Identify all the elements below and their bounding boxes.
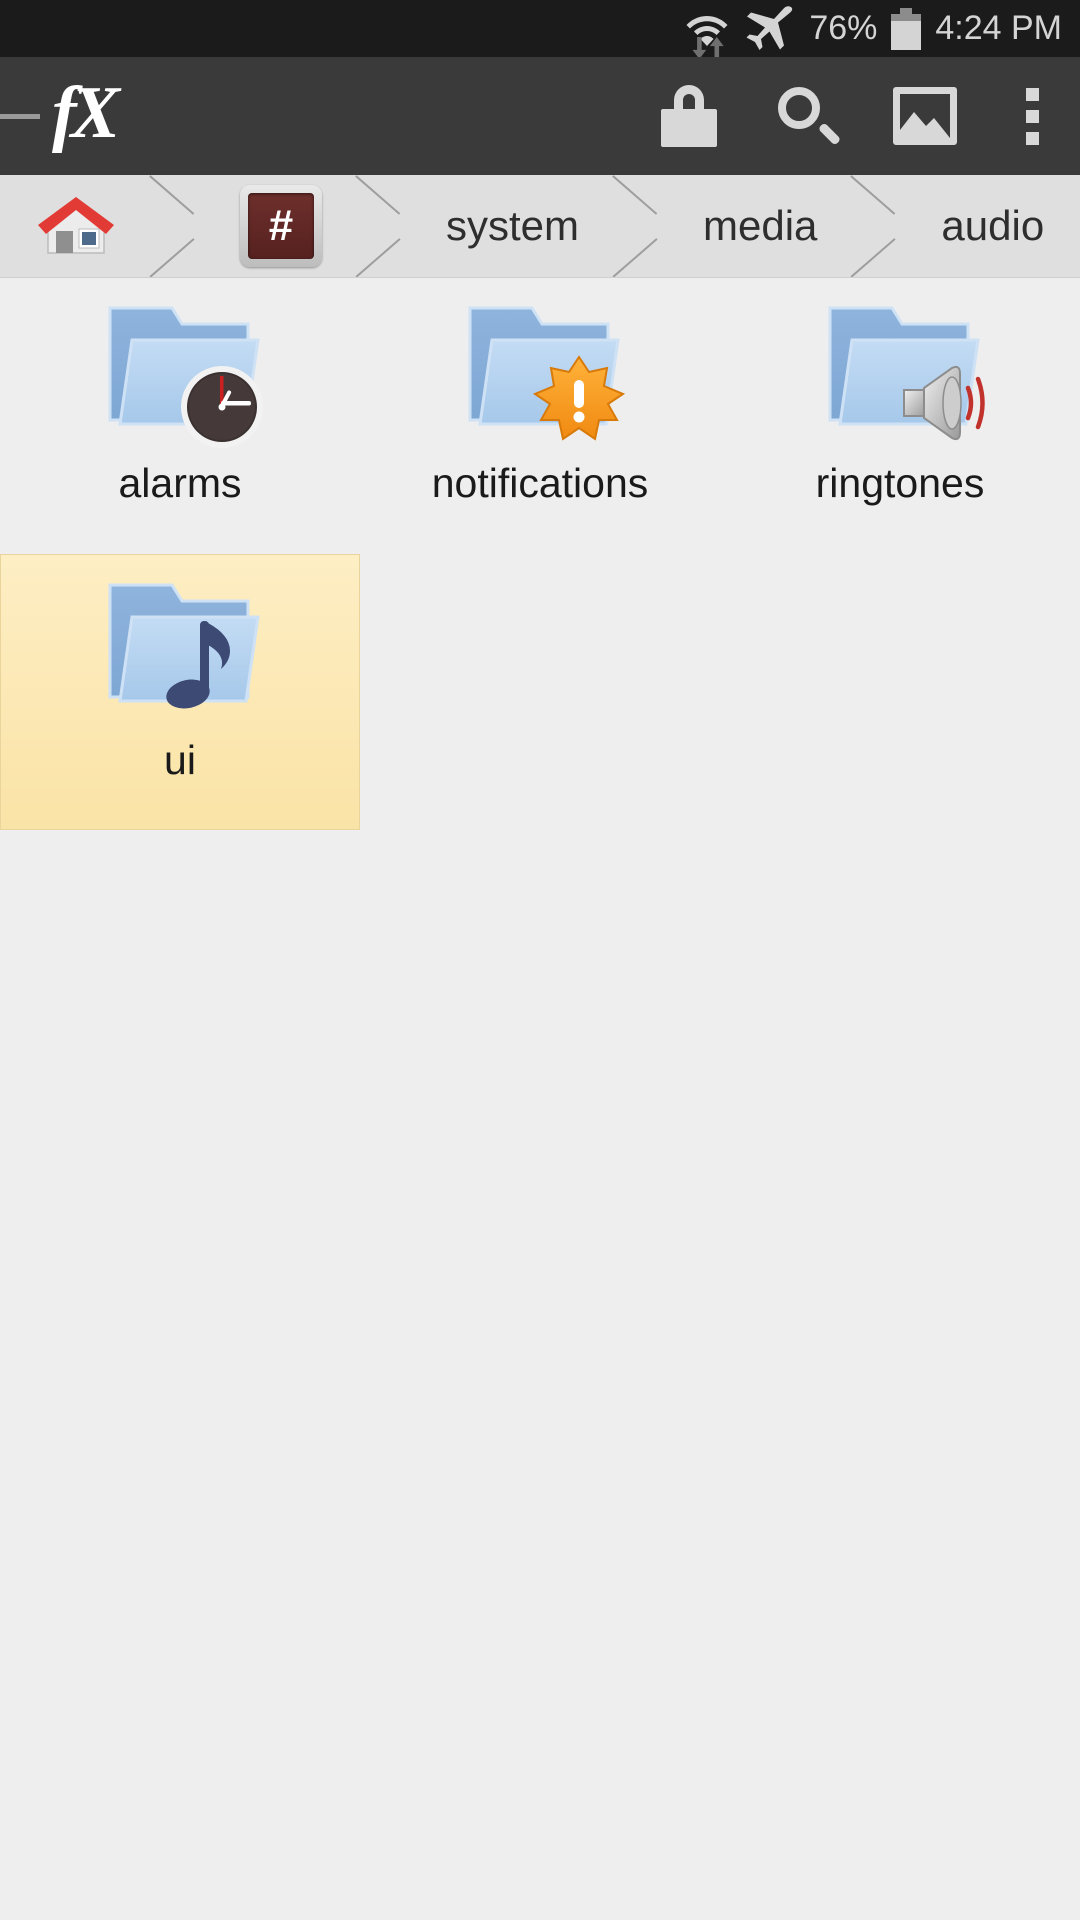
lock-button[interactable]: [630, 57, 748, 175]
breadcrumb-item-media[interactable]: media: [667, 175, 851, 277]
breadcrumb-label: audio: [941, 202, 1045, 249]
airplane-mode-icon: [743, 5, 795, 53]
folder-speaker-icon: [808, 294, 993, 454]
file-item-ui[interactable]: ui: [0, 554, 360, 830]
breadcrumb-item-home[interactable]: [0, 175, 150, 277]
folder-alert-icon: [448, 294, 633, 454]
clock-label: 4:24 PM: [935, 9, 1062, 47]
data-transfer-icon: [692, 36, 724, 59]
search-button[interactable]: [748, 57, 866, 175]
breadcrumb-item-root[interactable]: #: [204, 175, 356, 277]
search-icon: [778, 87, 842, 146]
lock-icon: [661, 85, 717, 147]
file-item-label: ringtones: [815, 460, 985, 506]
file-item-ringtones[interactable]: ringtones: [720, 278, 1080, 554]
image-icon: [893, 87, 957, 145]
file-list-area: alarms notifications ringtones ui: [0, 278, 1080, 1920]
folder-music-icon: [88, 571, 273, 731]
file-item-label: notifications: [431, 460, 649, 506]
root-hash-label: #: [268, 201, 294, 250]
overflow-menu-icon: [1025, 87, 1039, 145]
app-logo[interactable]: fX: [52, 76, 120, 150]
breadcrumb-separator-icon: [356, 175, 410, 277]
breadcrumb-separator-icon: [150, 175, 204, 277]
battery-percent-label: 76%: [809, 9, 878, 47]
file-item-label: ui: [164, 737, 196, 783]
file-grid: alarms notifications ringtones ui: [0, 278, 1080, 830]
breadcrumb: # system media audio: [0, 175, 1080, 278]
overflow-menu-button[interactable]: [984, 57, 1080, 175]
breadcrumb-label: media: [703, 202, 818, 249]
folder-clock-icon: [88, 294, 273, 454]
wifi-icon: [685, 7, 729, 59]
battery-icon: [891, 7, 922, 50]
status-bar: 76% 4:24 PM: [0, 0, 1080, 59]
image-gallery-button[interactable]: [866, 57, 984, 175]
drawer-handle-icon[interactable]: [0, 113, 40, 119]
file-item-alarms[interactable]: alarms: [0, 278, 360, 554]
file-item-label: alarms: [118, 460, 242, 506]
app-bar: fX: [0, 57, 1080, 175]
root-hash-icon: #: [240, 185, 322, 267]
file-item-notifications[interactable]: notifications: [360, 278, 720, 554]
breadcrumb-separator-icon: [851, 175, 905, 277]
breadcrumb-item-system[interactable]: system: [410, 175, 613, 277]
home-icon: [36, 195, 116, 257]
breadcrumb-item-audio[interactable]: audio: [905, 175, 1078, 277]
breadcrumb-separator-icon: [613, 175, 667, 277]
breadcrumb-label: system: [446, 202, 580, 249]
